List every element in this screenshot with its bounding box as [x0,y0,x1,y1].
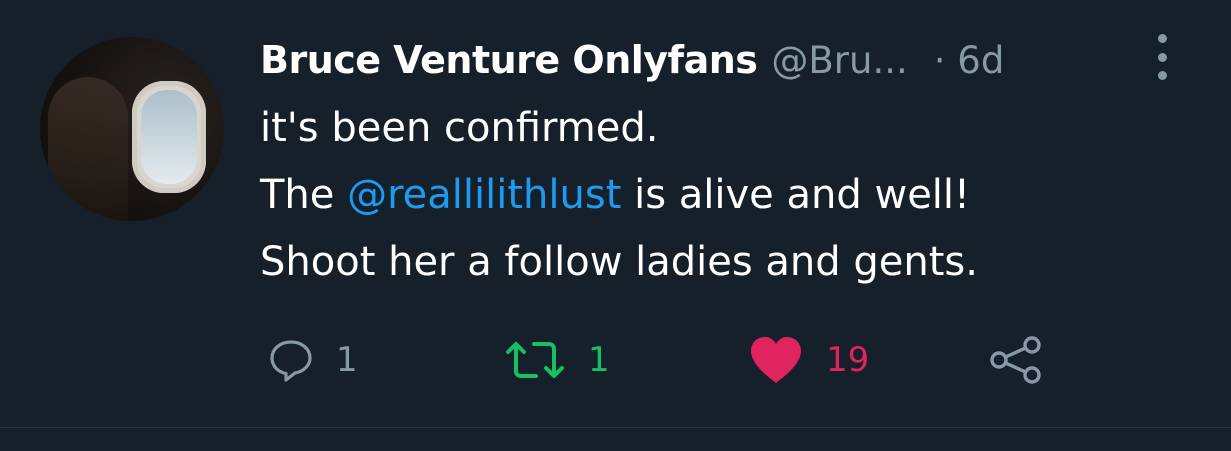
avatar-person-silhouette [48,77,128,221]
retweet-icon [506,342,564,378]
avatar[interactable] [40,37,224,221]
mention-link[interactable]: @reallilithlust [347,172,621,218]
author-name[interactable]: Bruce Venture Onlyfans [260,38,758,82]
like-button[interactable]: 19 [748,325,869,395]
avatar-airplane-window [132,81,206,193]
author-handle[interactable]: @Bru... [771,39,907,82]
more-dot [1157,52,1167,62]
tweet-line-2-prefix: The [260,172,348,218]
tweet-header: Bruce Venture Onlyfans @Bru... · 6d [260,30,1004,90]
share-icon [990,336,1041,384]
more-dot [1157,71,1167,80]
like-count: 19 [826,340,870,380]
tweet-line-3: Shoot her a follow ladies and gents. [260,239,978,285]
tweet-actions: 1 1 19 [0,325,1231,395]
tweet-line-2-suffix: is alive and well! [621,172,971,218]
reply-button[interactable]: 1 [268,325,358,395]
tweet-text: it's been confirmed. The @reallilithlust… [260,95,978,296]
tweet-timestamp[interactable]: · 6d [934,39,1005,82]
reply-count: 1 [336,340,358,380]
heart-icon [751,337,801,383]
tweet-card[interactable]: Bruce Venture Onlyfans @Bru... · 6d it's… [0,0,1231,427]
tweet-line-1: it's been confirmed. [260,105,659,151]
reply-icon [270,340,312,382]
retweet-button[interactable]: 1 [504,325,610,395]
avatar-window-pane [141,90,197,184]
retweet-count: 1 [588,340,610,380]
share-button[interactable] [988,325,1044,395]
more-dot [1157,34,1167,43]
more-vertical-icon[interactable] [1147,34,1177,80]
tweet-divider [0,427,1231,428]
tweet-line-2: The @reallilithlust is alive and well! [260,162,978,229]
